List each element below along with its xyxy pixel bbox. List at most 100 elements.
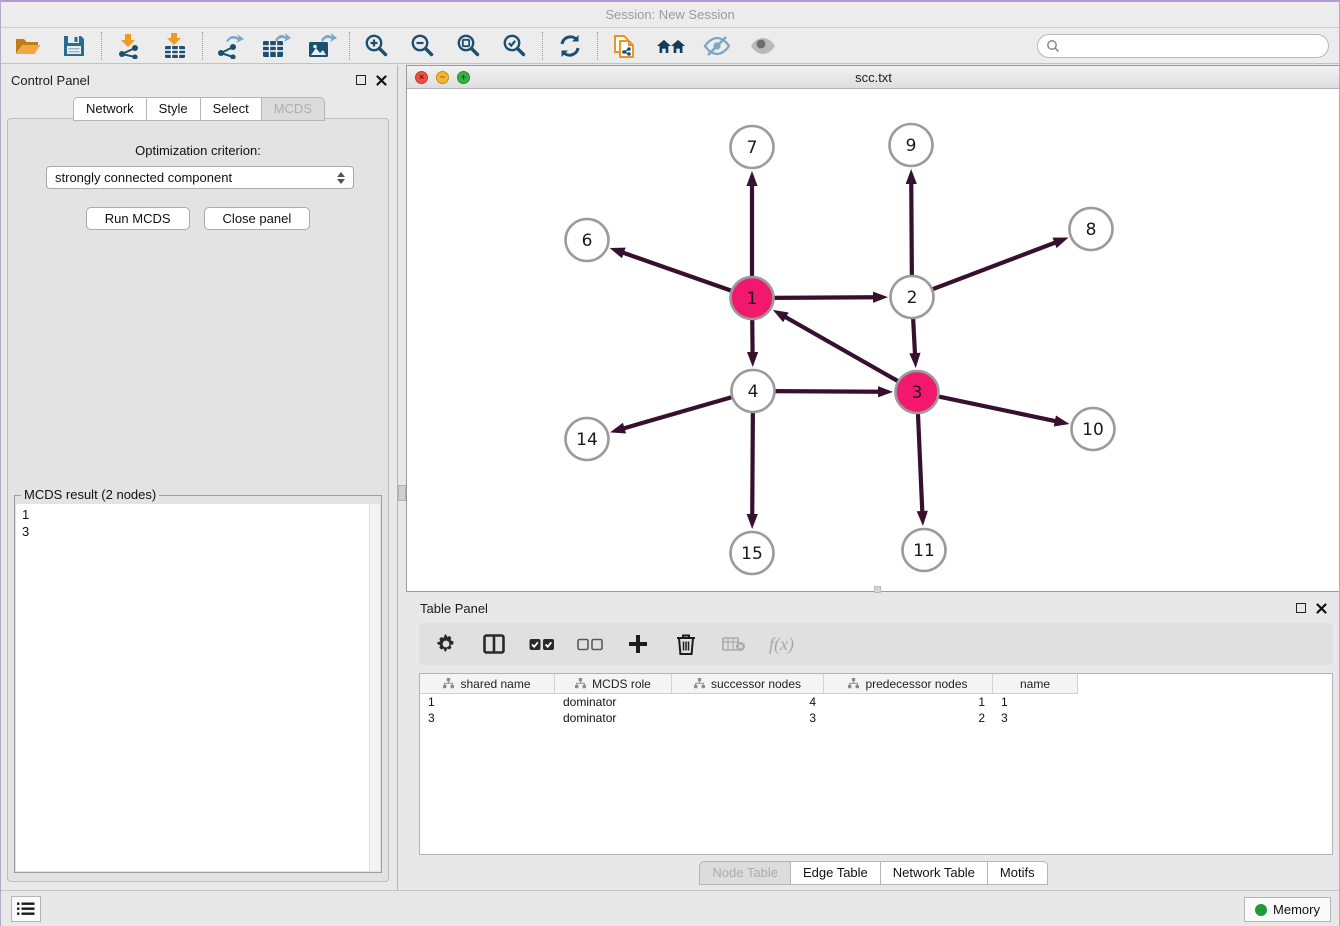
task-history-button[interactable] xyxy=(11,896,41,922)
graph-node-2[interactable]: 2 xyxy=(891,276,934,318)
network-window-titlebar[interactable]: scc.txt × − + xyxy=(407,66,1340,89)
graph-node-label: 8 xyxy=(1086,220,1097,240)
duplicate-network-icon[interactable] xyxy=(610,32,640,60)
panel-splitter-handle[interactable] xyxy=(398,485,406,501)
graph-node-1[interactable]: 1 xyxy=(731,277,774,319)
hide-graphics-details-icon[interactable] xyxy=(702,32,732,60)
memory-label: Memory xyxy=(1273,902,1320,917)
table-cell[interactable]: 1 xyxy=(993,694,1078,710)
add-row-icon[interactable] xyxy=(625,631,651,657)
table-row[interactable]: 3dominator323 xyxy=(420,710,1332,726)
graph-edge-2-8[interactable] xyxy=(932,242,1057,289)
destroy-table-icon[interactable] xyxy=(721,631,747,657)
graph-edge-2-3[interactable] xyxy=(913,318,915,355)
graph-edge-4-15[interactable] xyxy=(752,412,753,516)
close-panel-icon[interactable] xyxy=(376,75,387,86)
column-header-MCDS-role[interactable]: MCDS role xyxy=(555,674,672,694)
graph-node-label: 14 xyxy=(576,430,598,450)
open-session-icon[interactable] xyxy=(13,32,43,60)
table-cell[interactable]: 2 xyxy=(824,710,993,726)
graph-node-7[interactable]: 7 xyxy=(731,126,774,168)
close-panel-button[interactable]: Close panel xyxy=(204,207,311,230)
zoom-fit-icon[interactable] xyxy=(454,32,484,60)
window-minimize-icon[interactable]: − xyxy=(436,71,449,84)
float-table-panel-icon[interactable] xyxy=(1296,603,1306,613)
table-cell[interactable]: dominator xyxy=(555,710,672,726)
mcds-result-area[interactable]: 13 xyxy=(16,504,380,871)
graph-edge-3-10[interactable] xyxy=(938,396,1057,421)
table-row[interactable]: 1dominator411 xyxy=(420,694,1332,710)
split-view-icon[interactable] xyxy=(481,631,507,657)
graph-edge-4-3[interactable] xyxy=(774,391,880,392)
export-network-icon[interactable] xyxy=(215,32,245,60)
optimization-criterion-select[interactable]: strongly connected component xyxy=(46,166,354,189)
search-input[interactable] xyxy=(1037,34,1329,58)
graph-node-4[interactable]: 4 xyxy=(732,370,775,412)
export-table-icon[interactable] xyxy=(261,32,291,60)
graph-edge-arrowhead xyxy=(1054,415,1070,426)
table-cell[interactable]: 3 xyxy=(420,710,555,726)
table-panel-title: Table Panel xyxy=(420,601,488,616)
graph-node-15[interactable]: 15 xyxy=(731,532,774,574)
column-header-successor-nodes[interactable]: successor nodes xyxy=(672,674,824,694)
tab-style[interactable]: Style xyxy=(146,97,200,121)
result-scrollbar[interactable] xyxy=(369,504,380,871)
memory-button[interactable]: Memory xyxy=(1244,897,1331,922)
graph-edge-3-11[interactable] xyxy=(918,413,922,513)
table-cell[interactable]: 3 xyxy=(672,710,824,726)
home-icon[interactable] xyxy=(656,32,686,60)
graph-node-11[interactable]: 11 xyxy=(903,529,946,571)
graph-node-3[interactable]: 3 xyxy=(896,371,939,413)
window-resize-handle[interactable] xyxy=(874,586,881,593)
window-zoom-icon[interactable]: + xyxy=(457,71,470,84)
tab-select[interactable]: Select xyxy=(200,97,261,121)
memory-status-icon xyxy=(1255,904,1267,916)
apply-function-icon[interactable]: f(x) xyxy=(769,634,794,655)
show-graphics-details-icon[interactable] xyxy=(748,32,778,60)
graph-edge-4-14[interactable] xyxy=(623,397,733,429)
table-cell[interactable]: dominator xyxy=(555,694,672,710)
tab-motifs[interactable]: Motifs xyxy=(987,861,1048,885)
window-close-icon[interactable]: × xyxy=(415,71,428,84)
tab-edge-table[interactable]: Edge Table xyxy=(790,861,880,885)
export-image-icon[interactable] xyxy=(307,32,337,60)
column-header-predecessor-nodes[interactable]: predecessor nodes xyxy=(824,674,993,694)
graph-node-8[interactable]: 8 xyxy=(1070,208,1113,250)
delete-row-icon[interactable] xyxy=(673,631,699,657)
graph-node-14[interactable]: 14 xyxy=(566,418,609,460)
main-toolbar xyxy=(1,28,1339,64)
zoom-out-icon[interactable] xyxy=(408,32,438,60)
table-cell[interactable]: 1 xyxy=(824,694,993,710)
table-settings-icon[interactable] xyxy=(433,631,459,657)
zoom-selected-icon[interactable] xyxy=(500,32,530,60)
table-cell[interactable]: 4 xyxy=(672,694,824,710)
refresh-icon[interactable] xyxy=(555,32,585,60)
graph-node-10[interactable]: 10 xyxy=(1072,408,1115,450)
float-panel-icon[interactable] xyxy=(356,75,366,85)
graph-edge-1-6[interactable] xyxy=(622,252,732,291)
close-table-panel-icon[interactable] xyxy=(1316,603,1327,614)
graph-node-9[interactable]: 9 xyxy=(890,124,933,166)
tab-mcds[interactable]: MCDS xyxy=(261,97,325,121)
graph-node-6[interactable]: 6 xyxy=(566,219,609,261)
shared-column-icon xyxy=(575,678,586,689)
table-cell[interactable]: 3 xyxy=(993,710,1078,726)
zoom-in-icon[interactable] xyxy=(362,32,392,60)
graph-edge-2-9[interactable] xyxy=(911,182,912,276)
table-cell[interactable]: 1 xyxy=(420,694,555,710)
title-bar: Session: New Session xyxy=(1,0,1339,28)
import-table-icon[interactable] xyxy=(160,32,190,60)
select-all-icon[interactable] xyxy=(529,631,555,657)
tab-node-table[interactable]: Node Table xyxy=(699,861,790,885)
network-canvas[interactable]: 7 9 6 8 1 2 4 3 14 10 15 11 xyxy=(407,89,1340,591)
run-mcds-button[interactable]: Run MCDS xyxy=(86,207,190,230)
tab-network[interactable]: Network xyxy=(73,97,146,121)
column-header-shared-name[interactable]: shared name xyxy=(420,674,555,694)
deselect-all-icon[interactable] xyxy=(577,631,603,657)
graph-edge-3-1[interactable] xyxy=(784,316,899,381)
column-header-name[interactable]: name xyxy=(993,674,1078,694)
graph-edge-1-2[interactable] xyxy=(773,297,875,298)
import-network-icon[interactable] xyxy=(114,32,144,60)
tab-network-table[interactable]: Network Table xyxy=(880,861,987,885)
save-session-icon[interactable] xyxy=(59,32,89,60)
